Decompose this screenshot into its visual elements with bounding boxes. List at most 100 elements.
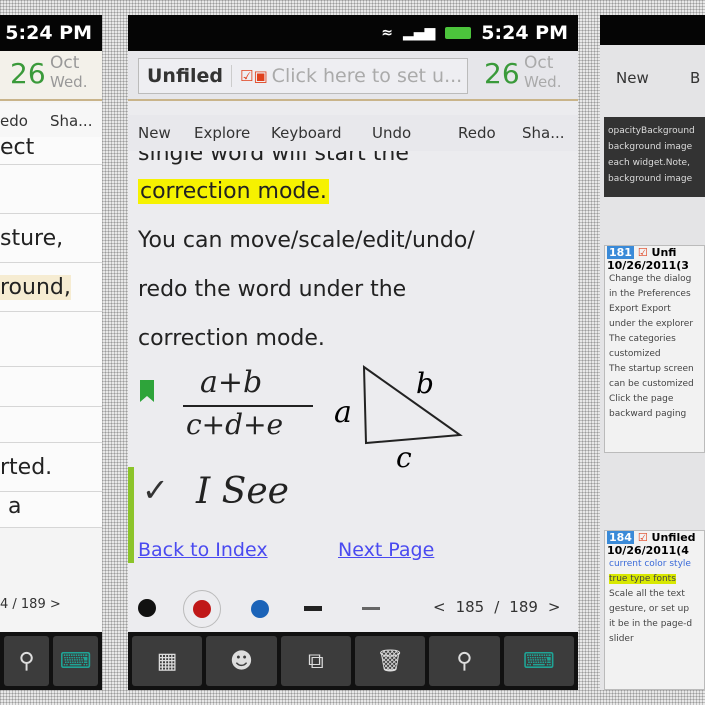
back-to-index-link[interactable]: Back to Index xyxy=(138,539,268,561)
text-line: a xyxy=(0,492,102,528)
note-line: slider xyxy=(609,634,634,644)
layout-button[interactable]: ▦ xyxy=(132,636,203,686)
pen-color-red[interactable] xyxy=(193,600,211,618)
handwritten-denominator: c+d+e xyxy=(186,408,284,441)
total-pages: 189 xyxy=(509,598,538,616)
date-weekday: Wed. xyxy=(524,73,562,91)
toolbar-redo[interactable]: edo xyxy=(0,112,28,130)
page-separator: / xyxy=(494,598,500,616)
wifi-icon: ≈ xyxy=(381,25,393,41)
paste-button[interactable]: ⧉ xyxy=(280,636,351,686)
title-field[interactable]: Unfiled ☑▣ Click here to set u... xyxy=(138,58,468,94)
note-date: 10/26/2011(3 xyxy=(607,259,689,272)
triangle-label-b: b xyxy=(416,367,434,400)
text-line xyxy=(0,407,102,443)
right-phone-screen: New B opacityBackground background image… xyxy=(600,15,705,690)
highlighted-text: round, xyxy=(0,275,71,300)
status-bar xyxy=(600,15,705,45)
title-placeholder[interactable]: Click here to set u... xyxy=(272,65,463,87)
note-line: current color style xyxy=(609,559,691,569)
note-date: 10/26/2011(4 xyxy=(607,544,689,557)
search-icon: ⚲ xyxy=(456,648,473,674)
note-title: Unfi xyxy=(651,246,677,259)
prev-page-button[interactable]: < xyxy=(433,598,446,616)
note-line: Change the dialog xyxy=(609,274,692,284)
preview-line: each widget.Note, xyxy=(608,158,690,168)
date-day: 26 xyxy=(10,57,46,90)
pen-width-thin[interactable] xyxy=(362,607,380,610)
header: Unfiled ☑▣ Click here to set u... 26 Oct… xyxy=(128,51,578,101)
selected-line-marker xyxy=(128,467,134,563)
pen-color-blue[interactable] xyxy=(251,600,269,618)
smiley-icon: ☻ xyxy=(230,648,253,674)
bookmark-icon xyxy=(140,380,154,402)
status-time: 5:24 PM xyxy=(5,22,92,44)
note-line: can be customized xyxy=(609,379,694,389)
status-time: 5:24 PM xyxy=(481,22,568,44)
text-line: single word will start the xyxy=(138,151,409,166)
text-line xyxy=(0,165,102,214)
preview-line: background image xyxy=(608,174,693,184)
toolbar-b[interactable]: B xyxy=(690,69,700,87)
bottom-bar: ⚲ ⌨ xyxy=(0,632,102,690)
date-weekday: Wed. xyxy=(50,73,88,91)
toolbar-share[interactable]: Sha... xyxy=(50,112,93,130)
emoticon-button[interactable]: ☻ xyxy=(206,636,277,686)
page-indicator[interactable]: 4 / 189 > xyxy=(0,597,61,612)
toolbar-keyboard[interactable]: Keyboard xyxy=(271,124,342,142)
keyboard-icon: ⌨ xyxy=(522,648,555,674)
note-line: gesture, or set up xyxy=(609,604,690,614)
note-card[interactable]: 184 ☑ Unfiled 10/26/2011(4 current color… xyxy=(604,530,705,690)
note-line: in the Preferences xyxy=(609,289,691,299)
left-phone-screen: 5:24 PM 26 Oct Wed. edo Sha... ect sture… xyxy=(0,15,102,690)
text-line: correction mode. xyxy=(138,326,325,351)
fraction-bar xyxy=(183,405,313,407)
next-page-button[interactable]: > xyxy=(548,598,561,616)
note-card[interactable]: 181 ☑ Unfi 10/26/2011(3 Change the dialo… xyxy=(604,245,705,453)
text-line: correction mode. xyxy=(128,167,578,216)
highlighted-text: correction mode. xyxy=(138,179,329,204)
status-bar: ≈ ▂▄▆ 5:24 PM xyxy=(128,15,578,51)
delete-button[interactable]: 🗑 xyxy=(354,636,426,686)
handwritten-numerator: a+b xyxy=(200,365,263,400)
note-line: The startup screen xyxy=(609,364,694,374)
text-line xyxy=(0,312,102,367)
text-line: rted. xyxy=(0,443,102,492)
keyboard-button[interactable]: ⌨ xyxy=(503,636,574,686)
toolbar-redo[interactable]: Redo xyxy=(458,124,496,142)
toolbar-share[interactable]: Sha... xyxy=(522,124,565,142)
triangle-label-c: c xyxy=(396,441,412,474)
handwritten-text: I See xyxy=(196,471,289,512)
text-line: ect xyxy=(0,137,102,165)
pen-color-black[interactable] xyxy=(138,599,156,617)
toolbar: edo Sha... xyxy=(0,103,102,139)
grid-icon: ▦ xyxy=(156,648,178,674)
search-button[interactable]: ⚲ xyxy=(4,636,49,686)
next-page-link[interactable]: Next Page xyxy=(338,539,434,561)
toolbar-new[interactable]: New xyxy=(138,124,171,142)
bottom-bar: ▦ ☻ ⧉ 🗑 ⚲ ⌨ xyxy=(128,632,578,690)
note-line: backward paging xyxy=(609,409,687,419)
note-number: 184 xyxy=(607,531,634,544)
note-content: ect sture, round, rted. a xyxy=(0,137,102,528)
folder-label[interactable]: Unfiled xyxy=(139,65,233,87)
text-line: redo the word under the xyxy=(138,277,407,302)
search-button[interactable]: ⚲ xyxy=(429,636,500,686)
note-card-header: 184 ☑ Unfiled xyxy=(605,531,704,544)
toolbar-new[interactable]: New xyxy=(616,69,649,87)
battery-icon xyxy=(445,27,472,39)
note-number: 181 xyxy=(607,246,634,259)
keyboard-icon: ⌨ xyxy=(59,648,92,674)
text-line: round, xyxy=(0,263,102,312)
search-icon: ⚲ xyxy=(18,648,35,674)
main-phone-screen: ≈ ▂▄▆ 5:24 PM Unfiled ☑▣ Click here to s… xyxy=(128,15,578,690)
triangle-drawing xyxy=(362,365,463,445)
note-line: it be in the page-d xyxy=(609,619,693,629)
toolbar-explore[interactable]: Explore xyxy=(194,124,250,142)
toolbar-undo[interactable]: Undo xyxy=(372,124,411,142)
header: 26 Oct Wed. xyxy=(0,51,102,101)
pen-width-thick[interactable] xyxy=(304,606,322,611)
keyboard-button[interactable]: ⌨ xyxy=(53,636,98,686)
note-line: The categories xyxy=(609,334,676,344)
trash-icon: 🗑 xyxy=(376,648,405,674)
